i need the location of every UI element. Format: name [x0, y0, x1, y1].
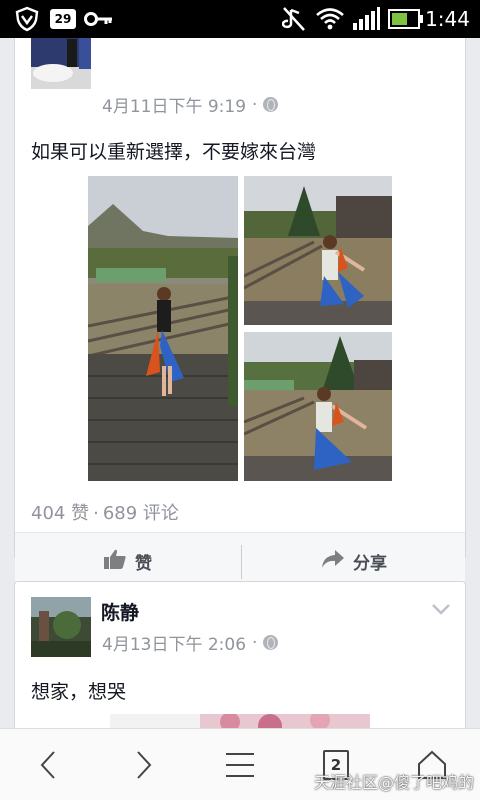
status-time: 1:44: [425, 7, 470, 31]
back-button[interactable]: [0, 729, 96, 800]
thumbs-up-icon: [103, 548, 127, 575]
wifi-icon: [314, 0, 346, 38]
post-text: 如果可以重新選擇，不要嫁來台灣: [31, 141, 317, 163]
post-author[interactable]: 陈静: [101, 598, 139, 625]
forward-button[interactable]: [96, 729, 192, 800]
chevron-left-icon: [40, 751, 55, 779]
like-label: 赞: [135, 554, 152, 574]
post-timestamp[interactable]: 4月13日下午 2:06: [102, 630, 246, 655]
post-text: 想家，想哭: [31, 681, 127, 703]
share-arrow-icon: [321, 549, 345, 574]
notification-badge: 29: [50, 9, 76, 29]
meta-separator: ·: [252, 94, 258, 115]
vpn-shield-icon: [12, 0, 42, 38]
post-photo[interactable]: [110, 714, 370, 728]
notification-icon: 29: [48, 0, 78, 38]
menu-button[interactable]: [192, 729, 288, 800]
key-icon: [84, 0, 114, 38]
globe-icon: [263, 635, 279, 650]
muted-icon: [280, 0, 308, 38]
post-photo[interactable]: [244, 332, 392, 481]
post-card: 陈静 4月13日下午 2:06 · 想家，想哭: [14, 581, 466, 728]
post-stats[interactable]: 404 赞 · 689 评论: [31, 499, 179, 525]
avatar[interactable]: [31, 597, 91, 657]
post-card: 4月11日下午 9:19 · 如果可以重新選擇，不要嫁來台灣 404 赞 · 6…: [14, 38, 466, 589]
post-meta: 4月13日下午 2:06 ·: [102, 630, 279, 655]
battery-icon: [386, 0, 426, 38]
post-photo[interactable]: [88, 176, 238, 481]
post-timestamp[interactable]: 4月11日下午 9:19: [102, 92, 246, 117]
like-count[interactable]: 404 赞: [31, 503, 89, 524]
signal-icon: [350, 0, 382, 38]
watermark: 天涯社区@傻了吧鸡的: [313, 773, 474, 792]
avatar[interactable]: [31, 38, 91, 89]
browser-toolbar: 2 天涯社区@傻了吧鸡的: [0, 728, 480, 800]
chevron-down-icon[interactable]: [431, 602, 451, 616]
share-label: 分享: [353, 554, 387, 574]
action-divider: [241, 545, 242, 579]
post-meta: 4月11日下午 9:19 ·: [102, 92, 279, 117]
chevron-right-icon: [137, 751, 152, 779]
comment-count[interactable]: 689 评论: [103, 503, 179, 524]
hamburger-menu-icon: [226, 753, 254, 777]
meta-separator: ·: [252, 632, 258, 653]
news-feed[interactable]: 4月11日下午 9:19 · 如果可以重新選擇，不要嫁來台灣 404 赞 · 6…: [0, 38, 480, 728]
post-photo[interactable]: [244, 176, 392, 325]
globe-icon: [263, 97, 279, 112]
stats-separator: ·: [93, 503, 99, 524]
status-bar: 29 1:44: [0, 0, 480, 38]
